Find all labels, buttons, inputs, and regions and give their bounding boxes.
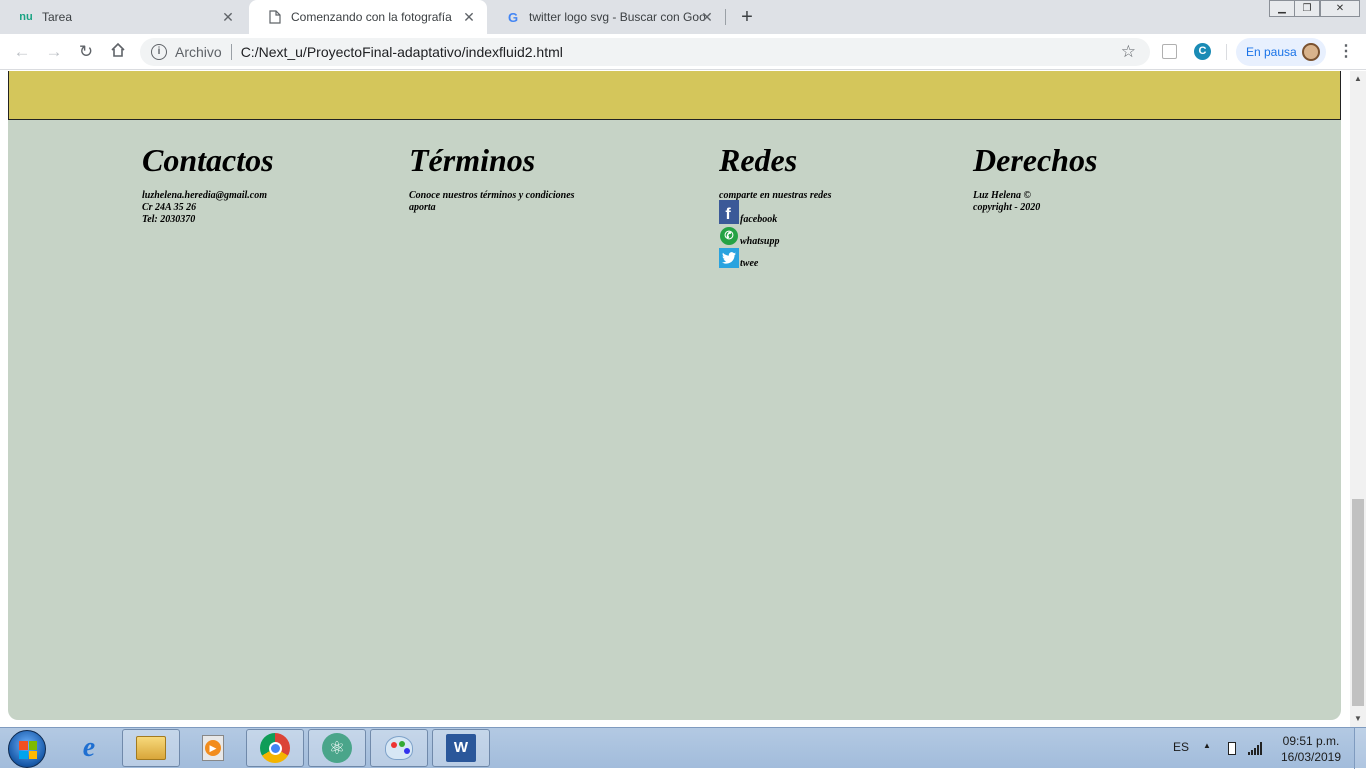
file-explorer-icon[interactable]: [122, 729, 180, 767]
battery-icon[interactable]: [1228, 742, 1236, 755]
header-band: [8, 71, 1341, 120]
windows-taskbar: e ▶ ⚛ W ES ▲ 09:51 p.m. 16/03/2019: [0, 727, 1366, 769]
atom-icon[interactable]: ⚛: [308, 729, 366, 767]
terms-link[interactable]: Conoce nuestros términos y condiciones: [409, 190, 659, 202]
contactos-title: Contactos: [142, 142, 274, 178]
social-label[interactable]: whatsupp: [740, 236, 779, 248]
info-icon[interactable]: i: [151, 44, 167, 60]
extension-icon[interactable]: C: [1194, 43, 1211, 60]
tab-title: Comenzando con la fotografía: [291, 10, 452, 24]
network-signal-icon[interactable]: [1248, 741, 1264, 755]
internet-explorer-icon[interactable]: e: [60, 729, 118, 767]
language-indicator[interactable]: ES: [1173, 740, 1189, 754]
system-clock[interactable]: 09:51 p.m. 16/03/2019: [1278, 733, 1344, 765]
terminos-column: Términos Conoce nuestros términos y cond…: [409, 140, 659, 214]
word-glyph: W: [446, 734, 476, 762]
extension-icon[interactable]: [1162, 44, 1177, 59]
derechos-title: Derechos: [973, 142, 1098, 178]
bookmark-star-icon[interactable]: ☆: [1121, 42, 1136, 62]
terminos-title: Términos: [409, 142, 536, 178]
home-icon[interactable]: [108, 42, 128, 62]
paint-icon[interactable]: [370, 729, 428, 767]
start-button[interactable]: [8, 730, 46, 768]
tab-comenzando[interactable]: Comenzando con la fotografía ✕: [249, 0, 487, 34]
word-icon[interactable]: W: [432, 729, 490, 767]
reload-icon[interactable]: ↻: [76, 42, 96, 62]
tab-strip: nu Tarea ✕ Comenzando con la fotografía …: [0, 0, 1366, 34]
close-window-button[interactable]: ✕: [1320, 0, 1360, 17]
tab-twitter-search[interactable]: G twitter logo svg - Buscar con Goo ✕: [487, 0, 725, 34]
security-chip[interactable]: Archivo: [175, 44, 232, 60]
twitter-icon[interactable]: [719, 248, 739, 268]
contactos-column: Contactos luzhelena.heredia@gmail.com Cr…: [142, 140, 372, 226]
nu-favicon-icon: nu: [19, 11, 33, 23]
page-footer: Contactos luzhelena.heredia@gmail.com Cr…: [8, 120, 1341, 720]
page-viewport: Contactos luzhelena.heredia@gmail.com Cr…: [0, 71, 1350, 727]
derechos-column: Derechos Luz Helena © copyright - 2020: [973, 140, 1173, 214]
social-label[interactable]: facebook: [740, 214, 777, 226]
profile-label: En pausa: [1246, 45, 1297, 59]
minimize-button[interactable]: ▁: [1269, 0, 1295, 17]
media-player-icon[interactable]: ▶: [184, 729, 242, 767]
profile-button[interactable]: En pausa: [1236, 38, 1326, 66]
scroll-thumb[interactable]: [1352, 499, 1364, 706]
google-icon: G: [507, 9, 519, 25]
clock-date: 16/03/2019: [1280, 750, 1342, 764]
redes-column: Redes comparte en nuestras redes f faceb…: [719, 140, 919, 270]
whatsapp-glyph: ✆: [720, 227, 738, 245]
rights-author: Luz Helena ©: [973, 190, 1032, 201]
redes-title: Redes: [719, 142, 798, 178]
restore-button[interactable]: ❐: [1294, 0, 1320, 17]
new-tab-button[interactable]: +: [737, 7, 757, 27]
forward-arrow-icon[interactable]: →: [44, 42, 64, 62]
url-text[interactable]: C:/Next_u/ProyectoFinal-adaptativo/index…: [241, 44, 563, 60]
back-arrow-icon[interactable]: ←: [12, 42, 32, 62]
tray-expand-icon[interactable]: ▲: [1203, 741, 1211, 750]
clock-time: 09:51 p.m.: [1282, 734, 1340, 748]
close-icon[interactable]: ✕: [461, 9, 477, 25]
tab-separator: [725, 9, 726, 25]
show-desktop-button[interactable]: [1354, 728, 1366, 769]
aporta-link[interactable]: aporta: [409, 202, 659, 214]
address-bar[interactable]: i Archivo C:/Next_u/ProyectoFinal-adapta…: [140, 38, 1150, 66]
rights-copyright: copyright - 2020: [973, 202, 1041, 213]
close-icon[interactable]: ✕: [699, 9, 715, 25]
tab-title: Tarea: [42, 10, 73, 24]
tab-title: twitter logo svg - Buscar con Goo: [529, 10, 705, 24]
scroll-up-arrow-icon[interactable]: ▲: [1350, 71, 1366, 87]
tab-tarea[interactable]: nu Tarea ✕: [0, 0, 246, 34]
close-icon[interactable]: ✕: [220, 9, 236, 25]
toolbar-divider: [1226, 44, 1227, 60]
whatsapp-icon[interactable]: ✆: [719, 226, 739, 246]
contact-email: luzhelena.heredia@gmail.com: [142, 190, 267, 201]
contact-address: Cr 24A 35 26: [142, 202, 197, 213]
avatar: [1302, 43, 1320, 61]
social-label[interactable]: twee: [740, 258, 758, 270]
social-link-facebook[interactable]: f facebook: [719, 200, 919, 226]
facebook-icon[interactable]: f: [719, 200, 739, 224]
vertical-scrollbar[interactable]: ▲ ▼: [1350, 71, 1366, 727]
social-link-twitter[interactable]: twee: [719, 246, 919, 270]
contact-phone: Tel: 2030370: [142, 214, 196, 225]
scroll-down-arrow-icon[interactable]: ▼: [1350, 711, 1366, 727]
chrome-icon[interactable]: [246, 729, 304, 767]
menu-icon[interactable]: ⋮: [1338, 41, 1354, 63]
redes-intro: comparte en nuestras redes: [719, 190, 832, 201]
document-icon: [267, 9, 283, 25]
social-link-whatsapp[interactable]: ✆ whatsupp: [719, 224, 919, 248]
windows-logo-icon: [19, 741, 37, 759]
